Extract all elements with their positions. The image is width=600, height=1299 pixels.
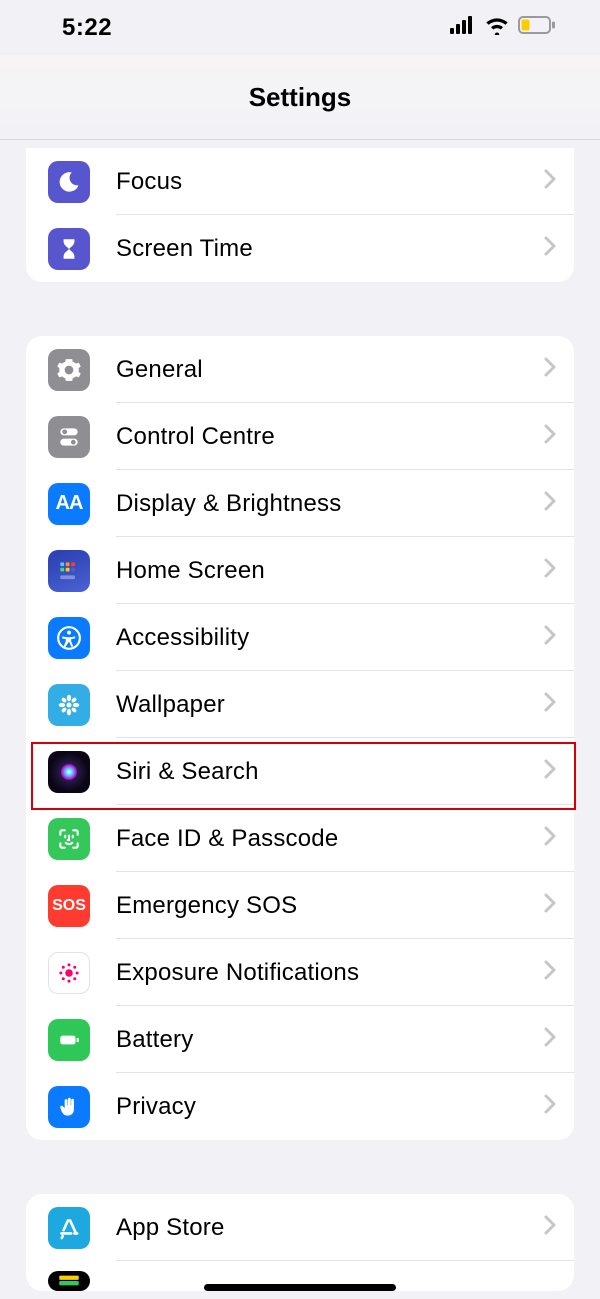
moon-icon — [48, 161, 90, 203]
chevron-right-icon — [544, 558, 556, 583]
row-focus[interactable]: Focus — [26, 148, 574, 215]
flower-icon — [48, 684, 90, 726]
row-label: Display & Brightness — [116, 490, 544, 518]
settings-group-store: App Store Wallet — [26, 1194, 574, 1291]
gear-icon — [48, 349, 90, 391]
sos-icon: SOS — [48, 885, 90, 927]
battery-icon — [518, 16, 556, 39]
row-emergency-sos[interactable]: SOS Emergency SOS — [26, 872, 574, 939]
status-time: 5:22 — [62, 14, 112, 42]
row-label: Control Centre — [116, 423, 544, 451]
row-control-centre[interactable]: Control Centre — [26, 403, 574, 470]
row-label: General — [116, 356, 544, 384]
row-wallpaper[interactable]: Wallpaper — [26, 671, 574, 738]
row-label: App Store — [116, 1214, 544, 1242]
row-label: Accessibility — [116, 624, 544, 652]
chevron-right-icon — [544, 893, 556, 918]
row-label: Focus — [116, 168, 544, 196]
row-label: Privacy — [116, 1093, 544, 1121]
chevron-right-icon — [544, 357, 556, 382]
text-size-icon: AA — [48, 483, 90, 525]
wallet-icon — [48, 1271, 90, 1291]
row-screen-time[interactable]: Screen Time — [26, 215, 574, 282]
siri-icon — [48, 751, 90, 793]
row-label: Siri & Search — [116, 758, 544, 786]
chevron-right-icon — [544, 236, 556, 261]
home-grid-icon — [48, 550, 90, 592]
row-exposure-notifications[interactable]: Exposure Notifications — [26, 939, 574, 1006]
exposure-icon — [48, 952, 90, 994]
wifi-icon — [484, 15, 510, 40]
chevron-right-icon — [544, 1094, 556, 1119]
chevron-right-icon — [544, 491, 556, 516]
chevron-right-icon — [544, 424, 556, 449]
chevron-right-icon — [544, 169, 556, 194]
accessibility-icon — [48, 617, 90, 659]
row-accessibility[interactable]: Accessibility — [26, 604, 574, 671]
chevron-right-icon — [544, 960, 556, 985]
toggles-icon — [48, 416, 90, 458]
row-label: Screen Time — [116, 235, 544, 263]
row-general[interactable]: General — [26, 336, 574, 403]
row-label: Home Screen — [116, 557, 544, 585]
row-label: Face ID & Passcode — [116, 825, 544, 853]
hand-icon — [48, 1086, 90, 1128]
row-label: Battery — [116, 1026, 544, 1054]
page-title: Settings — [249, 82, 352, 113]
chevron-right-icon — [544, 625, 556, 650]
chevron-right-icon — [544, 759, 556, 784]
header: Settings — [0, 55, 600, 140]
hourglass-icon — [48, 228, 90, 270]
row-label: Emergency SOS — [116, 892, 544, 920]
face-id-icon — [48, 818, 90, 860]
cellular-icon — [450, 16, 476, 39]
settings-group-general: General Control Centre AA Display & Brig… — [26, 336, 574, 1140]
row-app-store[interactable]: App Store — [26, 1194, 574, 1261]
row-home-screen[interactable]: Home Screen — [26, 537, 574, 604]
home-indicator[interactable] — [204, 1284, 396, 1291]
row-label: Exposure Notifications — [116, 959, 544, 987]
status-indicators — [450, 15, 556, 40]
row-display-brightness[interactable]: AA Display & Brightness — [26, 470, 574, 537]
battery-full-icon — [48, 1019, 90, 1061]
chevron-right-icon — [544, 692, 556, 717]
chevron-right-icon — [544, 826, 556, 851]
row-face-id[interactable]: Face ID & Passcode — [26, 805, 574, 872]
row-siri-search[interactable]: Siri & Search — [26, 738, 574, 805]
row-battery[interactable]: Battery — [26, 1006, 574, 1073]
row-privacy[interactable]: Privacy — [26, 1073, 574, 1140]
status-bar: 5:22 — [0, 0, 600, 55]
chevron-right-icon — [544, 1027, 556, 1052]
app-store-icon — [48, 1207, 90, 1249]
row-label: Wallpaper — [116, 691, 544, 719]
settings-group-focus: Focus Screen Time — [26, 148, 574, 282]
chevron-right-icon — [544, 1215, 556, 1240]
